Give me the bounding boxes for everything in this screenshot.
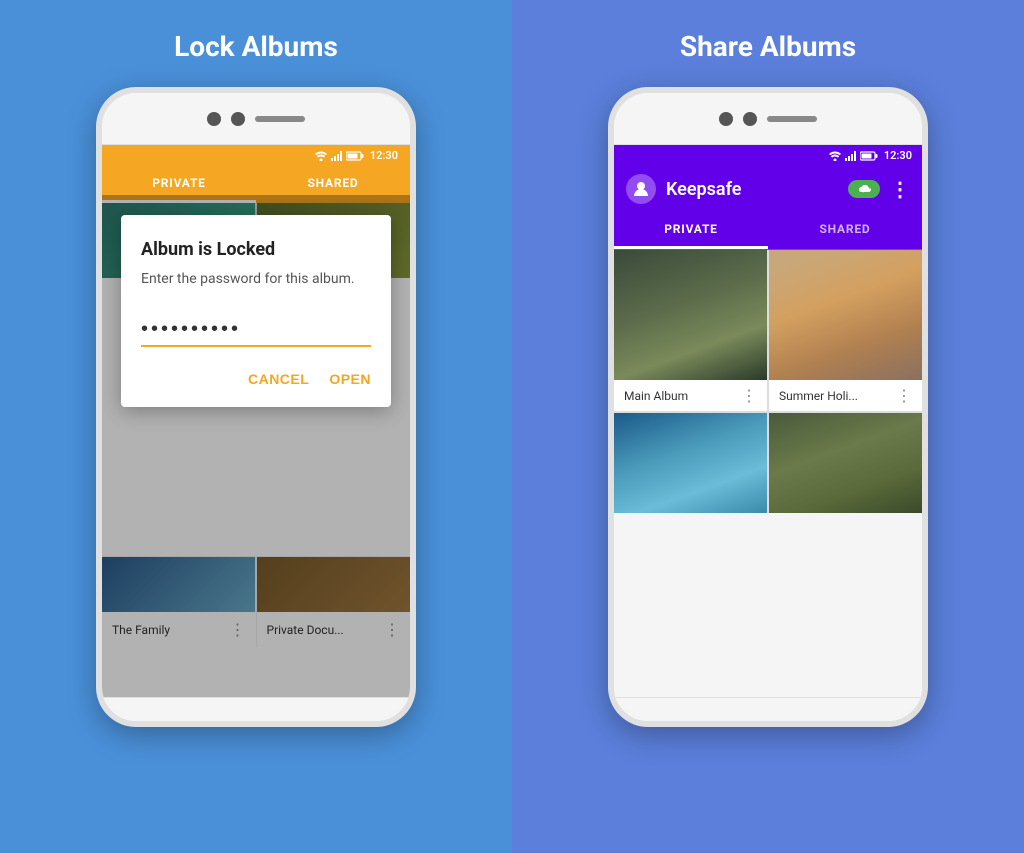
battery-icon-right (860, 151, 878, 161)
lock-dialog: Album is Locked Enter the password for t… (121, 215, 391, 407)
album-photo-pool (614, 413, 767, 513)
status-bar-left: 12:30 (102, 145, 410, 166)
right-panel-title: Share Albums (680, 30, 856, 63)
right-phone: 12:30 Keepsafe (608, 87, 928, 727)
right-phone-screen: 12:30 Keepsafe (614, 145, 922, 697)
right-panel: Share Albums (512, 0, 1024, 853)
cloud-sync-icon[interactable] (848, 180, 880, 198)
status-time-right: 12:30 (884, 149, 912, 162)
album-photo-main (614, 250, 767, 380)
camera-dot-right-r (743, 112, 757, 126)
album-label-main: Main Album ⋮ (614, 380, 767, 411)
album-card-pool[interactable] (614, 413, 767, 513)
tab-private-right[interactable]: PRIVATE (614, 212, 768, 249)
tab-shared-right[interactable]: SHARED (768, 212, 922, 249)
speaker-bar-right (767, 116, 817, 122)
status-bar-right: 12:30 (614, 145, 922, 166)
app-header: Keepsafe ⋮ (614, 166, 922, 212)
album-grid-purple: Main Album ⋮ Summer Holi... ⋮ (614, 250, 922, 697)
person-icon (632, 180, 650, 198)
phone-bottom-bar-left (102, 697, 410, 721)
album-card-summer[interactable]: Summer Holi... ⋮ (769, 250, 922, 411)
status-icons-left (314, 151, 364, 161)
password-input[interactable] (141, 318, 371, 347)
left-panel: Lock Albums (0, 0, 512, 853)
wifi-icon-right (828, 151, 842, 161)
status-time-left: 12:30 (370, 149, 398, 162)
app-name: Keepsafe (666, 179, 848, 200)
album-name-main: Main Album (624, 389, 688, 403)
cloud-icon (856, 183, 872, 195)
phone-bottom-bar-right (614, 697, 922, 721)
camera-dot-left (207, 112, 221, 126)
more-options-icon[interactable]: ⋮ (890, 177, 910, 201)
open-button[interactable]: OPEN (329, 367, 371, 391)
album-name-summer: Summer Holi... (779, 389, 858, 403)
left-phone: 12:30 PRIVATE SHARED Album is Locked Ent… (96, 87, 416, 727)
dialog-actions: CANCEL OPEN (141, 367, 371, 391)
user-avatar-icon[interactable] (626, 174, 656, 204)
album-card-lying[interactable] (769, 413, 922, 513)
album-label-summer: Summer Holi... ⋮ (769, 380, 922, 411)
phone-top-bezel (102, 93, 410, 145)
album-photo-summer (769, 250, 922, 380)
cancel-button[interactable]: CANCEL (248, 367, 309, 391)
wifi-icon-left (314, 151, 328, 161)
left-panel-title: Lock Albums (174, 30, 338, 63)
speaker-bar (255, 116, 305, 122)
status-icons-right (828, 151, 878, 161)
battery-icon-left (346, 151, 364, 161)
album-photo-lying (769, 413, 922, 513)
album-card-main[interactable]: Main Album ⋮ (614, 250, 767, 411)
album-2x2-grid: Main Album ⋮ Summer Holi... ⋮ (614, 250, 922, 513)
camera-dot-right (231, 112, 245, 126)
lock-dialog-title: Album is Locked (141, 239, 371, 260)
lock-dialog-subtitle: Enter the password for this album. (141, 270, 371, 290)
phone-top-bezel-right (614, 93, 922, 145)
camera-dot-left-r (719, 112, 733, 126)
left-phone-screen: 12:30 PRIVATE SHARED Album is Locked Ent… (102, 145, 410, 697)
signal-icon-left (331, 151, 343, 161)
lock-dialog-overlay: Album is Locked Enter the password for t… (102, 195, 410, 697)
signal-icon-right (845, 151, 857, 161)
album-menu-summer[interactable]: ⋮ (896, 386, 912, 405)
tabs-row-right: PRIVATE SHARED (614, 212, 922, 250)
album-menu-main[interactable]: ⋮ (741, 386, 757, 405)
